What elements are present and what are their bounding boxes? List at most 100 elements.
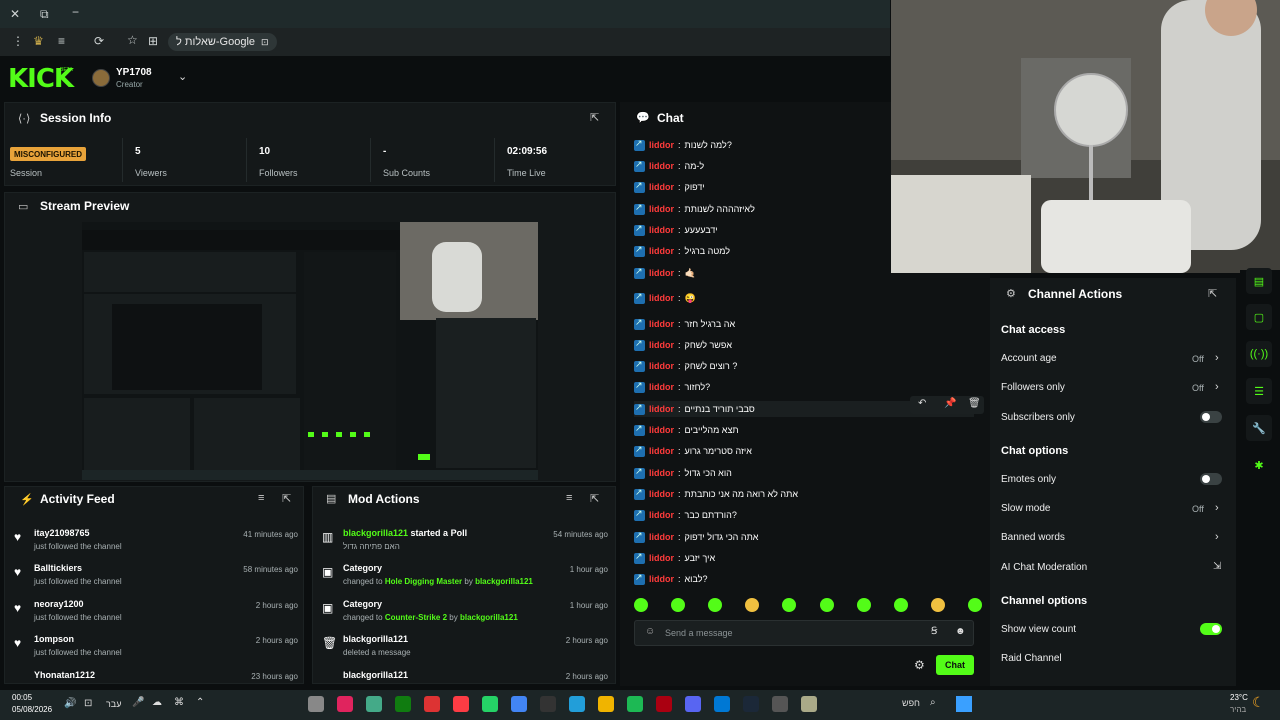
volume-icon[interactable]: 🔊 (64, 698, 76, 709)
chat-message[interactable]: liddor:ל-מה (634, 158, 704, 174)
extension-icon[interactable]: ♛ (33, 34, 44, 48)
clock-time[interactable]: 00:05 (12, 693, 32, 702)
smile-icon[interactable]: ☻ (955, 626, 966, 637)
chat-username[interactable]: liddor (649, 425, 674, 435)
taskbar-app-icon[interactable] (714, 696, 730, 712)
chat-message[interactable]: liddor:רוצים לשחק ? (634, 358, 737, 374)
external-link-icon[interactable]: ⇲ (1213, 561, 1221, 572)
close-icon[interactable]: − (72, 5, 79, 19)
chat-message[interactable]: liddor:ידבעעעע (634, 222, 718, 238)
chat-username[interactable]: liddor (649, 553, 674, 563)
chat-message[interactable]: liddor:🤙🏻 (634, 265, 696, 281)
chat-username[interactable]: liddor (649, 446, 674, 456)
banned-words-row[interactable]: Banned words (1001, 532, 1065, 543)
chat-message[interactable]: liddor:אתה הכי גדול ידפוק (634, 529, 758, 545)
emote-picker-icon[interactable]: ☺ (645, 626, 655, 637)
popout-icon[interactable]: ⇱ (1208, 287, 1217, 300)
chat-message[interactable]: liddor:למטה ברגיל (634, 243, 730, 259)
chat-message[interactable]: liddor:לבוא? (634, 571, 708, 587)
chevron-down-icon[interactable]: ⌄ (178, 70, 187, 83)
delete-icon[interactable]: 🗑 (968, 398, 981, 409)
star-icon[interactable]: ☆ (127, 33, 138, 47)
mod-user[interactable]: blackgorilla121 (475, 577, 533, 586)
chat-username[interactable]: liddor (649, 489, 674, 499)
chat-username[interactable]: liddor (649, 510, 674, 520)
taskbar-app-icon[interactable] (337, 696, 353, 712)
emotes-only-toggle[interactable] (1200, 473, 1222, 485)
taskbar-app-icon[interactable] (511, 696, 527, 712)
chat-username[interactable]: liddor (649, 140, 674, 150)
chat-message[interactable]: liddor:הוא הכי גדול (634, 465, 732, 481)
emote-icon[interactable] (893, 598, 908, 612)
chat-username[interactable]: liddor (649, 361, 674, 371)
taskbar-app-icon[interactable] (308, 696, 324, 712)
broadcast-icon[interactable]: ((·)) (1246, 341, 1272, 367)
chat-message[interactable]: liddor:למה לשנות? (634, 137, 732, 153)
chat-username[interactable]: liddor (649, 404, 674, 414)
menu-icon[interactable]: ⋮ (12, 34, 24, 48)
chat-username[interactable]: liddor (649, 340, 674, 350)
document-icon[interactable]: ▤ (1246, 268, 1272, 294)
filter-icon[interactable]: ≡ (258, 492, 264, 504)
chat-message[interactable]: liddor:לאיזהההה לשנותת (634, 201, 755, 217)
chevron-right-icon[interactable]: › (1215, 502, 1219, 514)
emote-icon[interactable] (634, 598, 648, 612)
chat-message[interactable]: liddor:אתה לא רואה מה אני כותבתת (634, 486, 798, 502)
minimize-icon[interactable]: ✕ (10, 7, 20, 21)
popout-icon[interactable]: ⇱ (590, 111, 599, 124)
translate-icon[interactable]: Ꞩ (931, 626, 937, 637)
taskbar-app-icon[interactable] (656, 696, 672, 712)
show-view-count-toggle[interactable] (1200, 623, 1222, 635)
emote-icon[interactable] (708, 598, 723, 612)
taskbar-app-icon[interactable] (482, 696, 498, 712)
network-icon[interactable]: ⊡ (84, 698, 92, 709)
chevron-up-icon[interactable]: ⌃ (196, 697, 204, 708)
chat-username[interactable]: liddor (649, 382, 674, 392)
taskbar-app-icon[interactable] (453, 696, 469, 712)
taskbar-app-icon[interactable] (424, 696, 440, 712)
mod-user[interactable]: blackgorilla121 (343, 528, 408, 538)
chat-username[interactable]: liddor (649, 161, 674, 171)
emote-icon[interactable] (856, 598, 871, 612)
chat-message[interactable]: liddor:אפשר לשחק (634, 337, 732, 353)
chat-username[interactable]: liddor (649, 574, 674, 584)
chat-username[interactable]: liddor (649, 225, 674, 235)
account-age-row[interactable]: Account age (1001, 353, 1057, 364)
google-search-pill[interactable]: שאלות ל-Google ⊡ (168, 33, 277, 51)
chat-message[interactable]: liddor:איך יזבע (634, 550, 715, 566)
avatar[interactable] (92, 69, 110, 87)
clock-date[interactable]: 05/08/2026 (12, 705, 52, 714)
taskbar-app-icon[interactable] (598, 696, 614, 712)
chat-username[interactable]: liddor (649, 319, 674, 329)
popout-icon[interactable]: ⇱ (282, 492, 291, 505)
followers-only-row[interactable]: Followers only (1001, 382, 1065, 393)
wrench-icon[interactable]: 🔧 (1246, 415, 1272, 441)
search-icon[interactable]: ⌕ (930, 697, 936, 708)
reply-icon[interactable]: ↶ (918, 398, 926, 409)
chat-message[interactable]: liddor:אה ברגיל חזר (634, 316, 735, 332)
language-indicator[interactable]: עבר (106, 699, 121, 709)
chat-username[interactable]: liddor (649, 204, 674, 214)
tab-search-icon[interactable]: ⊞ (148, 34, 158, 48)
weather-temp[interactable]: 23°C (1230, 693, 1248, 702)
xbox-tray-icon[interactable]: ⌘ (174, 697, 184, 708)
chat-username[interactable]: liddor (649, 182, 674, 192)
chat-message[interactable]: liddor:😜 (634, 290, 696, 306)
mic-icon[interactable]: 🎤 (132, 697, 144, 708)
taskbar-app-icon[interactable] (685, 696, 701, 712)
mod-user[interactable]: blackgorilla121 (343, 634, 408, 644)
chat-input[interactable]: Send a message (665, 628, 733, 638)
cloud-icon[interactable]: ☁ (152, 697, 162, 708)
chat-message[interactable]: liddor:לחזור? (634, 379, 710, 395)
chat-username[interactable]: liddor (649, 268, 674, 278)
follower-name[interactable]: Balltickiers (34, 563, 82, 573)
follower-name[interactable]: Yhonatan1212 (34, 670, 95, 680)
emote-icon[interactable] (819, 598, 834, 612)
emote-icon[interactable] (930, 598, 945, 612)
taskbar-app-icon[interactable] (540, 696, 556, 712)
pin-icon[interactable]: 📌 (944, 398, 956, 409)
taskbar-app-icon[interactable] (772, 696, 788, 712)
chat-username[interactable]: liddor (649, 532, 674, 542)
chat-bubble-icon[interactable]: ▢ (1246, 304, 1272, 330)
send-chat-button[interactable]: Chat (936, 655, 974, 675)
